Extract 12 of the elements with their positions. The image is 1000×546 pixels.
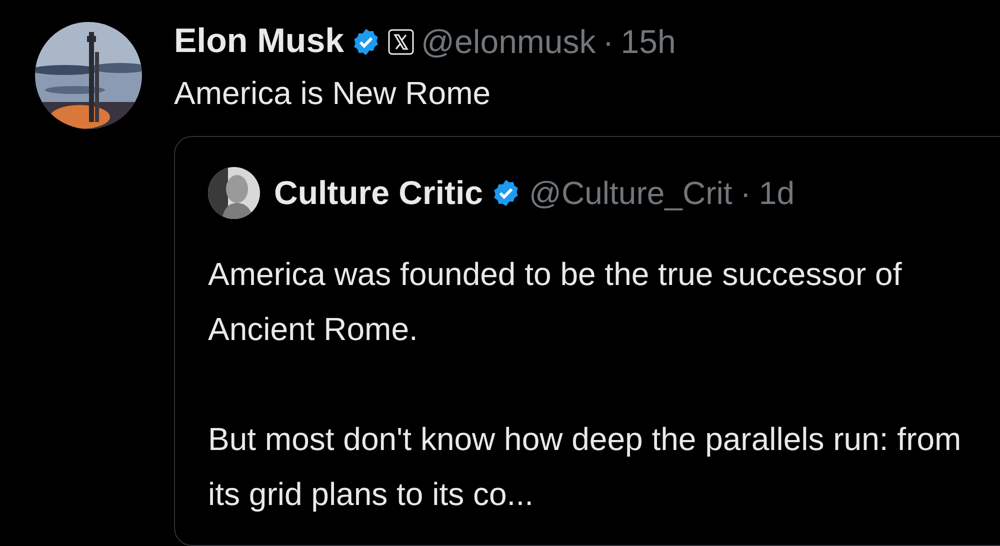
author-name[interactable]: Elon Musk [174,22,344,61]
post-text: America is New Rome [174,75,492,112]
separator-dot: · [602,22,614,60]
quoted-post-text: America was founded to be the true successor of Ancient Rome. [208,255,903,349]
post-time: 1d [758,174,794,212]
post-time[interactable]: 15h [620,22,676,60]
author-handle[interactable]: @elonmusk [421,22,596,60]
author-handle: @Culture_Crit [529,174,732,212]
author-name: Culture Critic [274,174,484,212]
quoted-post-card[interactable]: Culture Critic @Culture_Crit · 1d America was founded to be the true successor of Ancient Rome. But most don't know how deep the parallels run: from its grid plans to its co... [174,136,1000,546]
quoted-post-text: But most don't know how deep the parallels run: from its grid plans to its co... [208,420,962,514]
separator-dot: · [740,174,751,212]
